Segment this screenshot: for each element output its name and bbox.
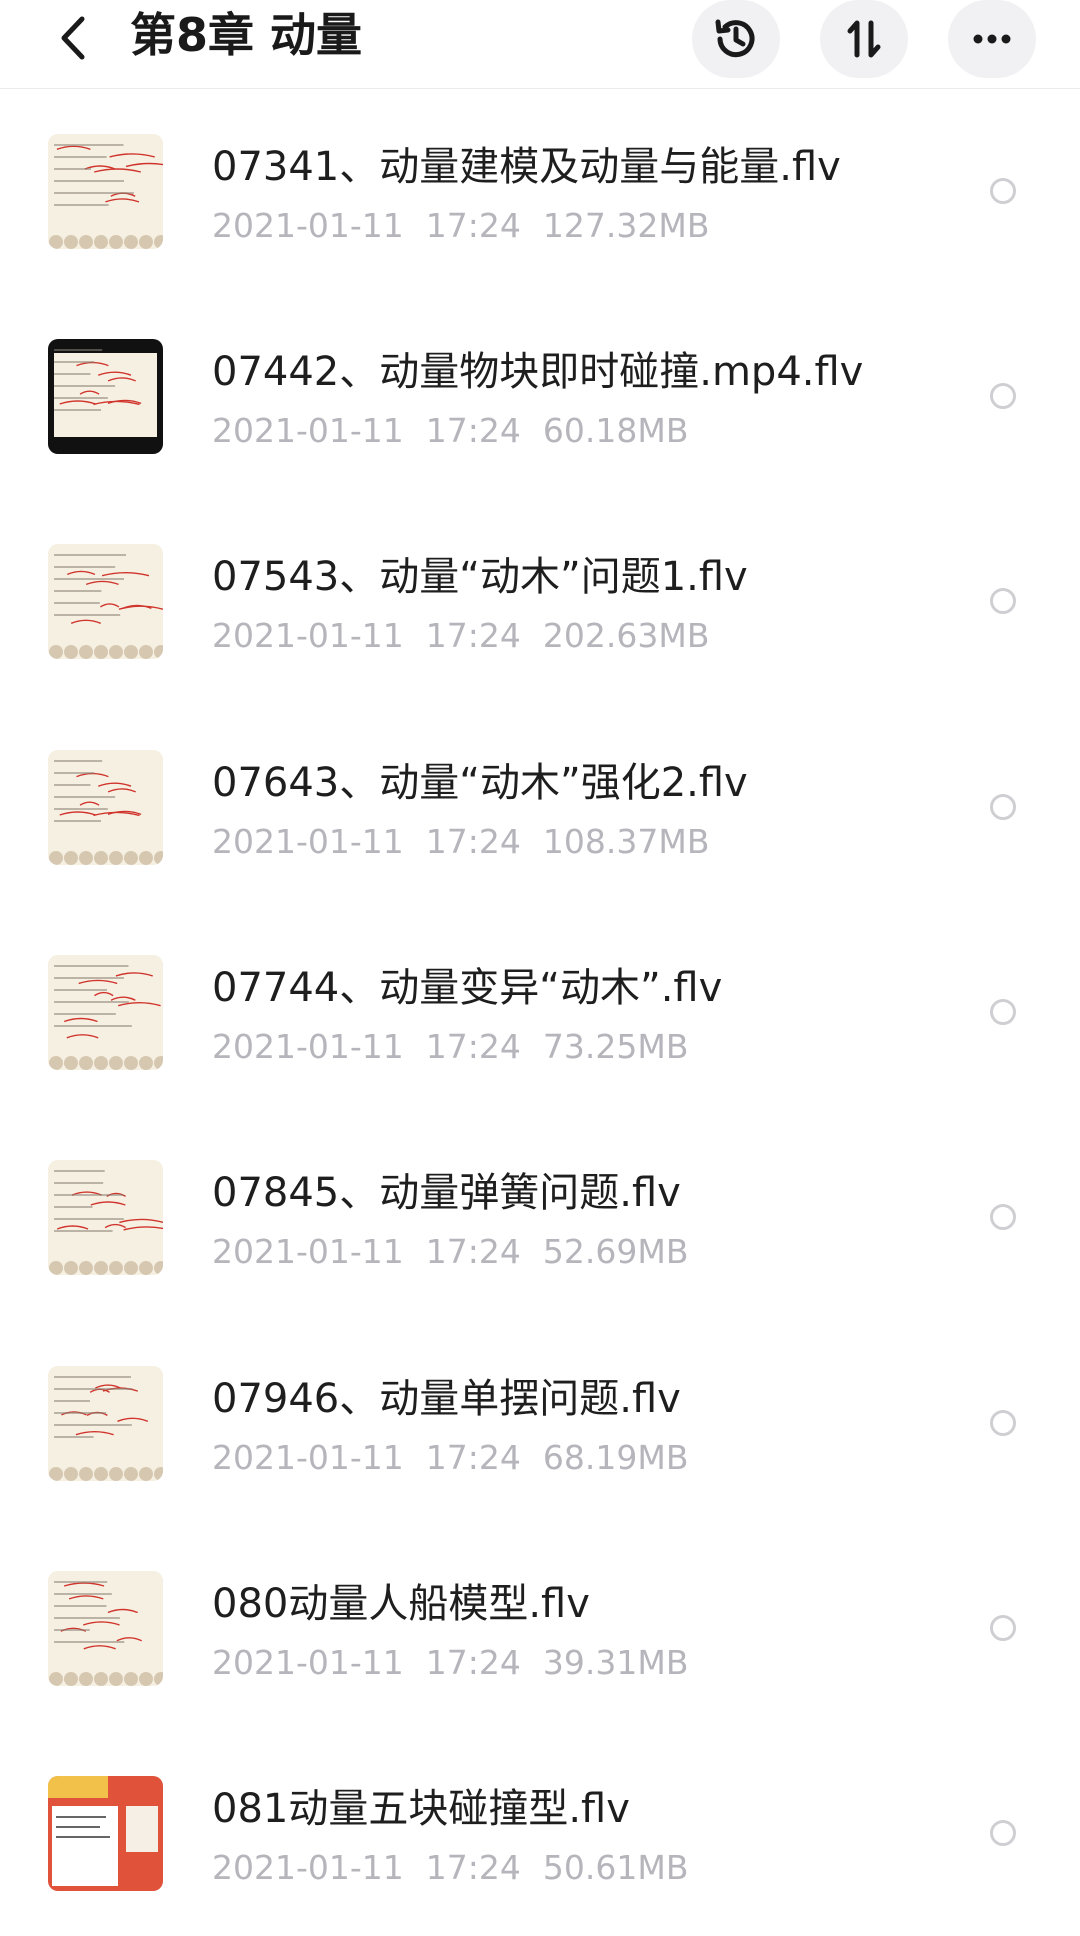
- select-radio[interactable]: [990, 794, 1016, 820]
- file-date: 2021-01-11: [212, 1438, 404, 1477]
- file-row[interactable]: 07543、动量“动木”问题1.flv 2021-01-11 17:24 202.6…: [0, 498, 1080, 704]
- video-thumbnail: [48, 1160, 163, 1275]
- file-date: 2021-01-11: [212, 1232, 404, 1271]
- video-thumbnail: [48, 1366, 163, 1481]
- file-meta: 2021-01-11 17:24 52.69MB: [212, 1232, 710, 1271]
- video-thumbnail: [48, 134, 163, 249]
- file-size: 39.31MB: [542, 1643, 689, 1682]
- file-row[interactable]: 07744、动量变异“动木”.flv 2021-01-11 17:24 73.25M…: [0, 909, 1080, 1115]
- file-time: 17:24: [425, 206, 521, 245]
- file-meta: 2021-01-11 17:24 108.37MB: [212, 822, 731, 861]
- file-time: 17:24: [425, 1848, 521, 1887]
- file-size: 127.32MB: [542, 206, 710, 245]
- file-size: 52.69MB: [542, 1232, 689, 1271]
- file-size: 108.37MB: [542, 822, 710, 861]
- file-row[interactable]: 07643、动量“动木”强化2.flv 2021-01-11 17:24 108.3…: [0, 704, 1080, 910]
- select-radio[interactable]: [990, 1410, 1016, 1436]
- file-time: 17:24: [425, 822, 521, 861]
- file-name: 081动量五块碰撞型.flv: [212, 1786, 630, 1832]
- more-horizontal-icon: [973, 34, 1011, 44]
- video-thumbnail: [48, 1776, 163, 1891]
- file-date: 2021-01-11: [212, 1848, 404, 1887]
- file-size: 73.25MB: [542, 1027, 689, 1066]
- file-meta: 2021-01-11 17:24 39.31MB: [212, 1643, 710, 1682]
- file-row[interactable]: 081动量五块碰撞型.flv 2021-01-11 17:24 50.61MB: [0, 1730, 1080, 1936]
- video-thumbnail: [48, 750, 163, 865]
- file-name: 07744、动量变异“动木”.flv: [212, 965, 723, 1011]
- file-row[interactable]: 07946、动量单摆问题.flv 2021-01-11 17:24 68.19MB: [0, 1320, 1080, 1526]
- select-radio[interactable]: [990, 383, 1016, 409]
- file-date: 2021-01-11: [212, 616, 404, 655]
- chevron-left-icon: [61, 16, 85, 60]
- file-meta: 2021-01-11 17:24 68.19MB: [212, 1438, 710, 1477]
- file-row[interactable]: 07442、动量物块即时碰撞.mp4.flv 2021-01-11 17:24 60…: [0, 293, 1080, 499]
- select-radio[interactable]: [990, 999, 1016, 1025]
- file-name: 07442、动量物块即时碰撞.mp4.flv: [212, 349, 864, 395]
- file-meta: 2021-01-11 17:24 50.61MB: [212, 1848, 710, 1887]
- file-date: 2021-01-11: [212, 1027, 404, 1066]
- file-size: 202.63MB: [542, 616, 710, 655]
- video-thumbnail: [48, 339, 163, 454]
- file-size: 68.19MB: [542, 1438, 689, 1477]
- select-radio[interactable]: [990, 588, 1016, 614]
- file-size: 50.61MB: [542, 1848, 689, 1887]
- select-radio[interactable]: [990, 1204, 1016, 1230]
- video-thumbnail: [48, 544, 163, 659]
- back-button[interactable]: [42, 6, 106, 70]
- select-radio[interactable]: [990, 1615, 1016, 1641]
- file-date: 2021-01-11: [212, 411, 404, 450]
- history-icon: [715, 19, 755, 58]
- file-time: 17:24: [425, 1232, 521, 1271]
- sort-icon: [847, 20, 881, 58]
- select-radio[interactable]: [990, 178, 1016, 204]
- file-row[interactable]: 080动量人船模型.flv 2021-01-11 17:24 39.31MB: [0, 1525, 1080, 1731]
- page-title: 第8章 动量: [130, 8, 363, 62]
- file-time: 17:24: [425, 1643, 521, 1682]
- sort-button[interactable]: [820, 0, 908, 78]
- file-date: 2021-01-11: [212, 206, 404, 245]
- file-time: 17:24: [425, 1027, 521, 1066]
- file-name: 07845、动量弹簧问题.flv: [212, 1170, 681, 1216]
- file-date: 2021-01-11: [212, 1643, 404, 1682]
- file-time: 17:24: [425, 1438, 521, 1477]
- file-size: 60.18MB: [542, 411, 689, 450]
- file-name: 07543、动量“动木”问题1.flv: [212, 554, 748, 600]
- file-name: 07341、动量建模及动量与能量.flv: [212, 144, 841, 190]
- file-meta: 2021-01-11 17:24 73.25MB: [212, 1027, 710, 1066]
- file-meta: 2021-01-11 17:24 202.63MB: [212, 616, 731, 655]
- top-bar: 第8章 动量: [0, 0, 1080, 89]
- more-button[interactable]: [948, 0, 1036, 78]
- file-meta: 2021-01-11 17:24 60.18MB: [212, 411, 710, 450]
- video-thumbnail: [48, 955, 163, 1070]
- file-row[interactable]: 07845、动量弹簧问题.flv 2021-01-11 17:24 52.69MB: [0, 1114, 1080, 1320]
- file-row[interactable]: 07341、动量建模及动量与能量.flv 2021-01-11 17:24 127.…: [0, 88, 1080, 294]
- select-radio[interactable]: [990, 1820, 1016, 1846]
- file-time: 17:24: [425, 616, 521, 655]
- file-meta: 2021-01-11 17:24 127.32MB: [212, 206, 731, 245]
- file-name: 07643、动量“动木”强化2.flv: [212, 760, 748, 806]
- file-name: 07946、动量单摆问题.flv: [212, 1376, 681, 1422]
- file-name: 080动量人船模型.flv: [212, 1581, 590, 1627]
- file-date: 2021-01-11: [212, 822, 404, 861]
- history-button[interactable]: [692, 0, 780, 78]
- file-time: 17:24: [425, 411, 521, 450]
- video-thumbnail: [48, 1571, 163, 1686]
